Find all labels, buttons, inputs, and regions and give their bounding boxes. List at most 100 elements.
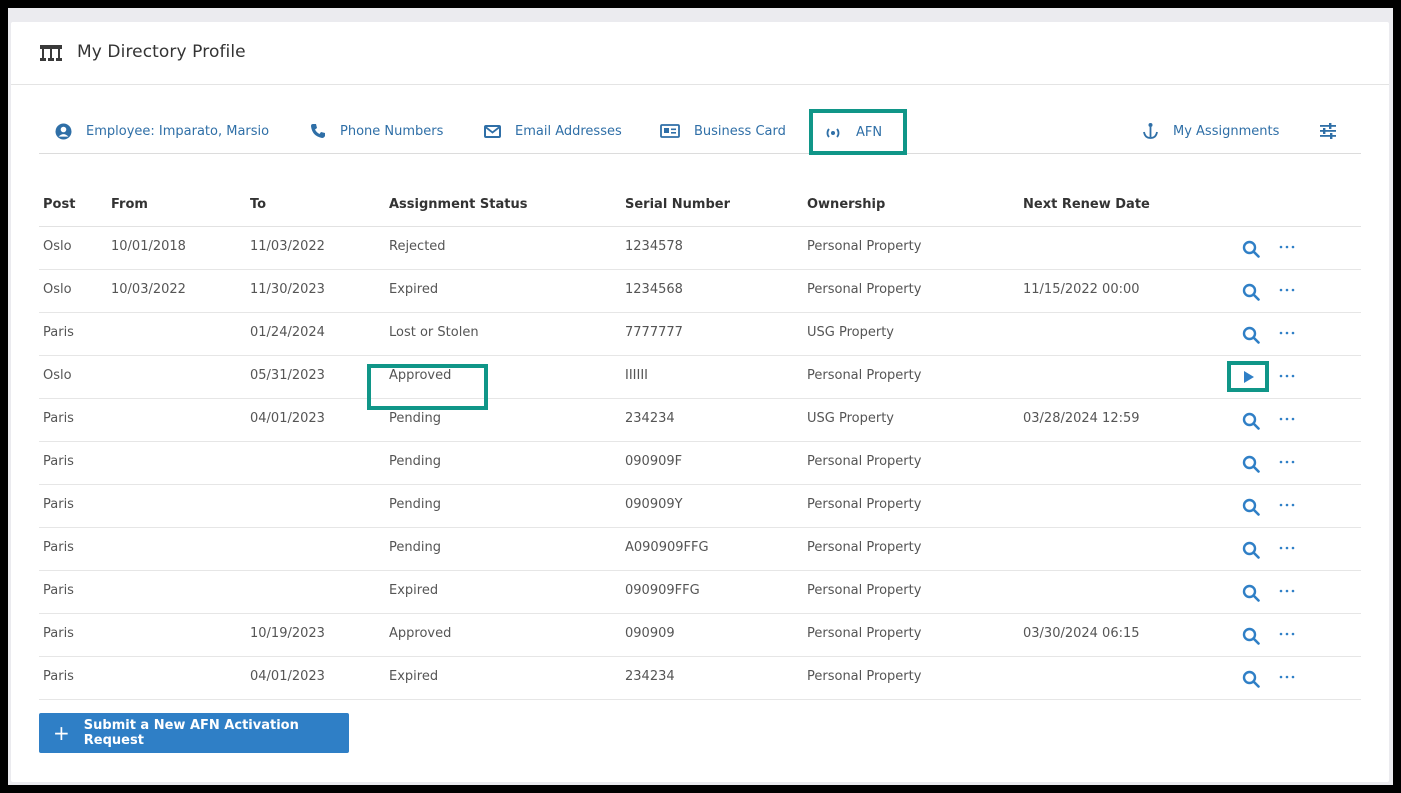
tab-business-card-label: Business Card — [694, 123, 786, 139]
search-icon[interactable] — [1242, 240, 1260, 258]
settings-button[interactable] — [1319, 110, 1351, 152]
search-icon[interactable] — [1242, 670, 1260, 688]
tab-phone-numbers[interactable]: Phone Numbers — [310, 110, 443, 152]
cell-ownership: Personal Property — [807, 625, 922, 641]
search-icon[interactable] — [1242, 627, 1260, 645]
cell-serial: 090909Y — [625, 496, 683, 512]
more-options-icon[interactable] — [1277, 538, 1297, 558]
tab-employee-label: Employee: Imparato, Marsio — [86, 123, 270, 139]
cell-post: Paris — [43, 668, 74, 684]
tab-my-assignments-label: My Assignments — [1173, 123, 1280, 139]
play-button[interactable] — [1227, 361, 1269, 392]
table-row: Paris 04/01/2023 Expired 234234 Personal Pro… — [39, 657, 1361, 700]
cell-ownership: Personal Property — [807, 453, 922, 469]
search-icon[interactable] — [1242, 412, 1260, 430]
cell-post: Oslo — [43, 281, 72, 297]
tab-afn[interactable]: AFN — [809, 109, 907, 155]
cell-post: Paris — [43, 496, 74, 512]
cell-status: Expired — [389, 281, 439, 297]
play-icon — [1241, 370, 1255, 384]
more-options-icon[interactable] — [1277, 452, 1297, 472]
more-options-icon[interactable] — [1277, 237, 1297, 257]
cell-status: Lost or Stolen — [389, 324, 479, 340]
cell-serial: 090909F — [625, 453, 683, 469]
search-icon[interactable] — [1242, 498, 1260, 516]
cell-serial: 7777777 — [625, 324, 683, 340]
tab-email-addresses[interactable]: Email Addresses — [484, 110, 622, 152]
anchor-icon — [1143, 123, 1158, 139]
envelope-icon — [484, 124, 501, 138]
table-row: Paris 04/01/2023 Pending 234234 USG Property… — [39, 399, 1361, 442]
search-icon[interactable] — [1242, 283, 1260, 301]
table-row: Paris Pending 090909Y Personal Property — [39, 485, 1361, 528]
submit-afn-activation-button[interactable]: + Submit a New AFN Activation Request — [39, 713, 349, 753]
cell-ownership: Personal Property — [807, 281, 922, 297]
more-options-icon[interactable] — [1277, 366, 1297, 386]
more-options-icon[interactable] — [1277, 667, 1297, 687]
search-icon[interactable] — [1242, 455, 1260, 473]
tab-phone-label: Phone Numbers — [340, 123, 444, 139]
search-icon[interactable] — [1242, 584, 1260, 602]
cell-post: Paris — [43, 324, 74, 340]
cell-to: 11/03/2022 — [250, 238, 325, 254]
tab-afn-label: AFN — [856, 124, 883, 140]
page-title: My Directory Profile — [77, 42, 246, 62]
col-post: Post — [43, 196, 76, 212]
search-icon[interactable] — [1242, 541, 1260, 559]
directory-icon — [40, 45, 62, 61]
cell-renew: 11/15/2022 00:00 — [1023, 281, 1140, 297]
cell-ownership: Personal Property — [807, 238, 922, 254]
cell-status: Pending — [389, 453, 441, 469]
col-serial-number: Serial Number — [625, 196, 731, 212]
profile-panel: My Directory Profile Employee: Imparato,… — [11, 22, 1389, 782]
cell-serial: 090909FFG — [625, 582, 700, 598]
cell-status: Expired — [389, 668, 439, 684]
col-next-renew-date: Next Renew Date — [1023, 196, 1150, 212]
cell-to: 11/30/2023 — [250, 281, 325, 297]
table-header: Post From To Assignment Status Serial Nu… — [39, 182, 1361, 227]
cell-post: Paris — [43, 410, 74, 426]
more-options-icon[interactable] — [1277, 409, 1297, 429]
cell-post: Paris — [43, 582, 74, 598]
cell-status: Pending — [389, 410, 441, 426]
col-assignment-status: Assignment Status — [389, 196, 528, 212]
table-row: Paris Pending 090909F Personal Property — [39, 442, 1361, 485]
profile-tabs: Employee: Imparato, Marsio Phone Numbers… — [39, 109, 1361, 155]
cell-to: 01/24/2024 — [250, 324, 325, 340]
cell-from: 10/01/2018 — [111, 238, 186, 254]
cell-ownership: USG Property — [807, 410, 894, 426]
table-row: Oslo 05/31/2023 Approved IIIIII Personal Pro… — [39, 356, 1361, 410]
id-card-icon — [660, 124, 680, 138]
tab-email-label: Email Addresses — [515, 123, 622, 139]
afn-table: Post From To Assignment Status Serial Nu… — [39, 182, 1361, 700]
more-options-icon[interactable] — [1277, 495, 1297, 515]
cell-status: Expired — [389, 582, 439, 598]
more-options-icon[interactable] — [1277, 280, 1297, 300]
cell-ownership: USG Property — [807, 324, 894, 340]
search-icon[interactable] — [1242, 326, 1260, 344]
tab-my-assignments[interactable]: My Assignments — [1142, 110, 1279, 152]
cell-serial: 1234568 — [625, 281, 683, 297]
cell-to: 10/19/2023 — [250, 625, 325, 641]
cell-status: Pending — [389, 496, 441, 512]
tab-business-card[interactable]: Business Card — [660, 110, 786, 152]
col-ownership: Ownership — [807, 196, 886, 212]
more-options-icon[interactable] — [1277, 624, 1297, 644]
cell-to: 04/01/2023 — [250, 668, 325, 684]
table-row: Paris 01/24/2024 Lost or Stolen 7777777 USG … — [39, 313, 1361, 356]
table-row: Paris Expired 090909FFG Personal Property — [39, 571, 1361, 614]
cell-post: Paris — [43, 625, 74, 641]
cell-renew: 03/30/2024 06:15 — [1023, 625, 1140, 641]
cell-status: Approved — [389, 625, 452, 641]
cell-to: 04/01/2023 — [250, 410, 325, 426]
table-row: Oslo 10/01/2018 11/03/2022 Rejected 1234578 P… — [39, 227, 1361, 270]
more-options-icon[interactable] — [1277, 581, 1297, 601]
cell-renew: 03/28/2024 12:59 — [1023, 410, 1140, 426]
table-row: Paris 10/19/2023 Approved 090909 Personal Pr… — [39, 614, 1361, 657]
tab-employee[interactable]: Employee: Imparato, Marsio — [55, 110, 269, 152]
more-options-icon[interactable] — [1277, 323, 1297, 343]
phone-icon — [311, 124, 325, 138]
table-row: Paris Pending A090909FFG Personal Property — [39, 528, 1361, 571]
cell-serial: 1234578 — [625, 238, 683, 254]
submit-label: Submit a New AFN Activation Request — [83, 718, 299, 748]
